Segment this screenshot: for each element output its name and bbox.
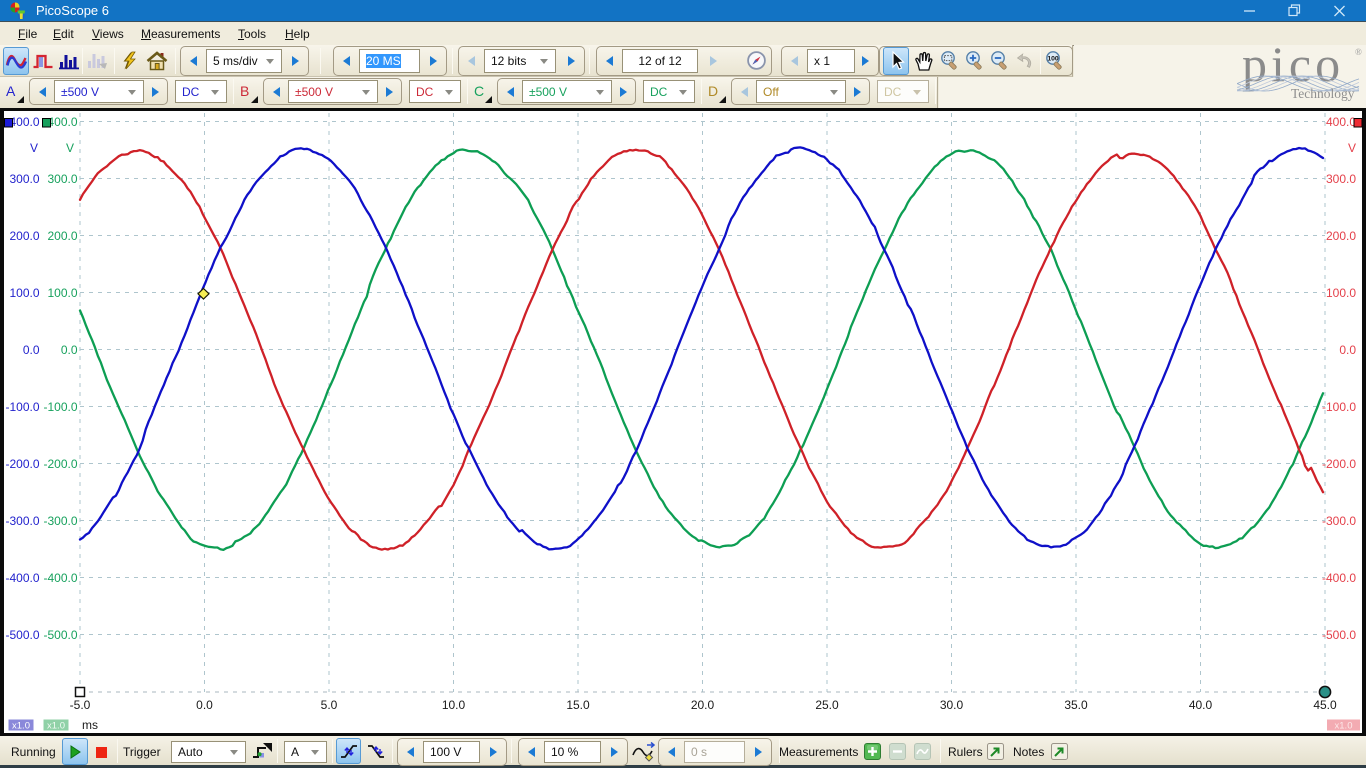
svg-text:100.0: 100.0 [1326,286,1356,300]
svg-text:-500.0: -500.0 [1322,628,1356,642]
svg-text:-400.0: -400.0 [43,571,77,585]
svg-text:25.0: 25.0 [815,698,839,712]
svg-text:V: V [1348,141,1356,155]
svg-text:300.0: 300.0 [9,172,39,186]
svg-text:-200.0: -200.0 [5,457,39,471]
svg-text:-100.0: -100.0 [1322,400,1356,414]
svg-text:-300.0: -300.0 [43,514,77,528]
svg-text:100: 100 [1047,56,1059,63]
svg-text:x1.0: x1.0 [12,720,30,731]
svg-text:V: V [66,141,74,155]
svg-text:0.0: 0.0 [1339,343,1356,357]
svg-text:200.0: 200.0 [1326,229,1356,243]
svg-text:0.0: 0.0 [23,343,40,357]
svg-text:100.0: 100.0 [9,286,39,300]
svg-text:40.0: 40.0 [1189,698,1213,712]
svg-text:45.0: 45.0 [1313,698,1337,712]
svg-text:-5.0: -5.0 [70,698,91,712]
svg-text:-500.0: -500.0 [5,628,39,642]
svg-text:5.0: 5.0 [321,698,338,712]
svg-text:35.0: 35.0 [1064,698,1088,712]
svg-text:x1.0: x1.0 [1335,720,1353,731]
svg-text:30.0: 30.0 [940,698,964,712]
svg-text:15.0: 15.0 [566,698,590,712]
svg-text:400.0: 400.0 [47,115,77,129]
svg-text:-400.0: -400.0 [1322,571,1356,585]
svg-text:-400.0: -400.0 [5,571,39,585]
svg-text:-300.0: -300.0 [1322,514,1356,528]
svg-text:x1.0: x1.0 [47,720,65,731]
svg-text:400.0: 400.0 [1326,115,1356,129]
svg-text:-100.0: -100.0 [5,400,39,414]
svg-text:10.0: 10.0 [442,698,466,712]
svg-text:-200.0: -200.0 [1322,457,1356,471]
svg-text:-100.0: -100.0 [43,400,77,414]
svg-text:ms: ms [82,718,98,732]
svg-text:300.0: 300.0 [1326,172,1356,186]
svg-text:0.0: 0.0 [196,698,213,712]
svg-text:V: V [30,141,38,155]
svg-text:0.0: 0.0 [61,343,78,357]
svg-text:20.0: 20.0 [691,698,715,712]
svg-text:-500.0: -500.0 [43,628,77,642]
svg-text:200.0: 200.0 [47,229,77,243]
svg-text:100.0: 100.0 [47,286,77,300]
svg-text:-200.0: -200.0 [43,457,77,471]
svg-text:400.0: 400.0 [9,115,39,129]
svg-text:-300.0: -300.0 [5,514,39,528]
svg-text:200.0: 200.0 [9,229,39,243]
svg-text:300.0: 300.0 [47,172,77,186]
